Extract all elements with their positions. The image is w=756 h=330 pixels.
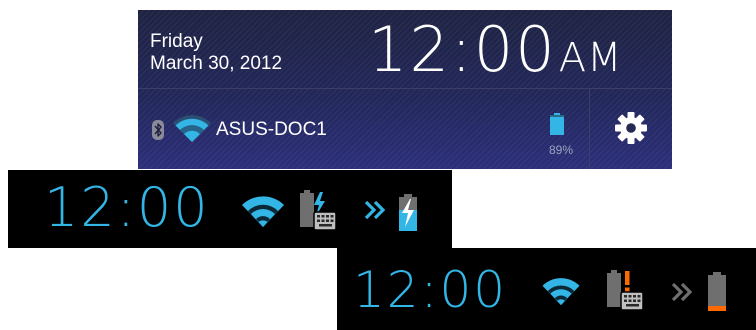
panel-clock: 12:00AM <box>368 16 623 92</box>
tablet-battery-low-icon <box>708 272 726 311</box>
keyboard-dock-battery-warning-icon <box>607 270 644 311</box>
gear-icon <box>615 112 647 144</box>
settings-button[interactable] <box>590 89 672 169</box>
keyboard-dock-battery-charging-icon <box>300 190 337 231</box>
network-name: ASUS-DOC1 <box>216 119 327 140</box>
chevron-right-icon <box>364 200 386 220</box>
battery-status[interactable]: 89% <box>544 113 574 161</box>
panel-header: Friday March 30, 2012 12:00AM <box>138 10 672 88</box>
status-clock: 12:00 <box>353 261 508 319</box>
bluetooth-icon <box>152 120 164 140</box>
battery-percent: 89% <box>548 143 574 157</box>
wifi-signal-icon <box>242 196 284 227</box>
clock-ampm: AM <box>558 35 623 81</box>
day-label: Friday <box>150 31 203 52</box>
status-bar-low-battery: 12:00 <box>337 248 756 330</box>
date-block: Friday March 30, 2012 <box>150 31 282 75</box>
quick-status-row: ASUS-DOC1 89% <box>138 89 672 169</box>
notification-panel: Friday March 30, 2012 12:00AM ASUS-DOC1 … <box>138 10 672 169</box>
wifi-signal-icon <box>542 278 580 306</box>
status-clock: 12:00 <box>44 176 210 239</box>
date-label: March 30, 2012 <box>150 53 283 74</box>
chevron-right-icon <box>671 282 693 302</box>
wifi-signal-icon[interactable] <box>172 115 212 143</box>
battery-icon <box>550 113 564 135</box>
clock-time: 12:00 <box>368 13 557 86</box>
status-bar-charging: 12:00 <box>8 170 452 248</box>
tablet-battery-charging-icon <box>399 194 417 231</box>
